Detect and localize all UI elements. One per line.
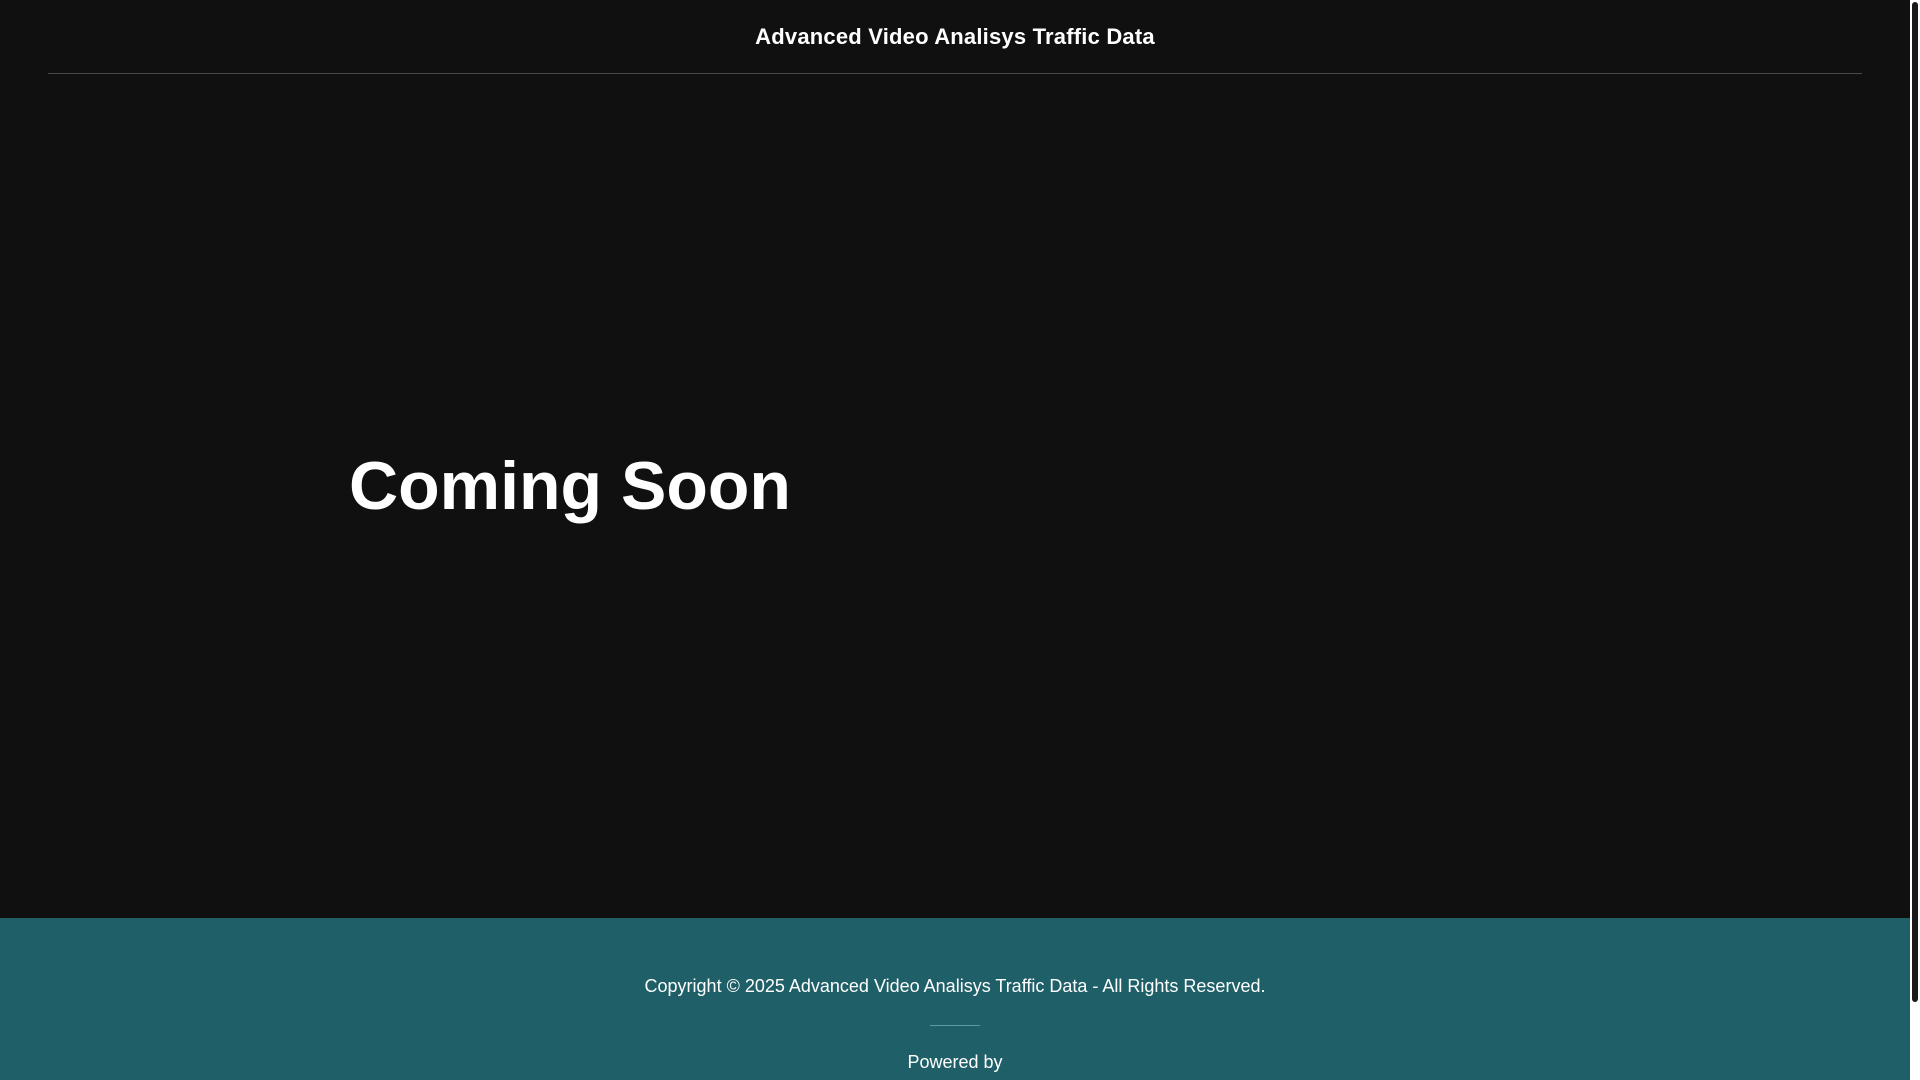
site-footer: Copyright © 2025 Advanced Video Analisys… — [0, 918, 1910, 1080]
site-header: Advanced Video Analisys Traffic Data — [48, 0, 1862, 74]
coming-soon-heading: Coming Soon — [349, 448, 791, 524]
site-title-link[interactable]: Advanced Video Analisys Traffic Data — [755, 24, 1155, 50]
page: Advanced Video Analisys Traffic Data Com… — [0, 0, 1910, 1080]
scrollbar-thumb[interactable] — [1912, 2, 1918, 1002]
vertical-scrollbar[interactable] — [1910, 0, 1920, 1080]
powered-by-text: Powered by — [907, 1052, 1003, 1072]
browser-viewport: Advanced Video Analisys Traffic Data Com… — [0, 0, 1920, 1080]
footer-divider — [930, 1025, 980, 1026]
hero-section: Coming Soon — [0, 74, 1910, 918]
copyright-text: Copyright © 2025 Advanced Video Analisys… — [644, 976, 1266, 996]
